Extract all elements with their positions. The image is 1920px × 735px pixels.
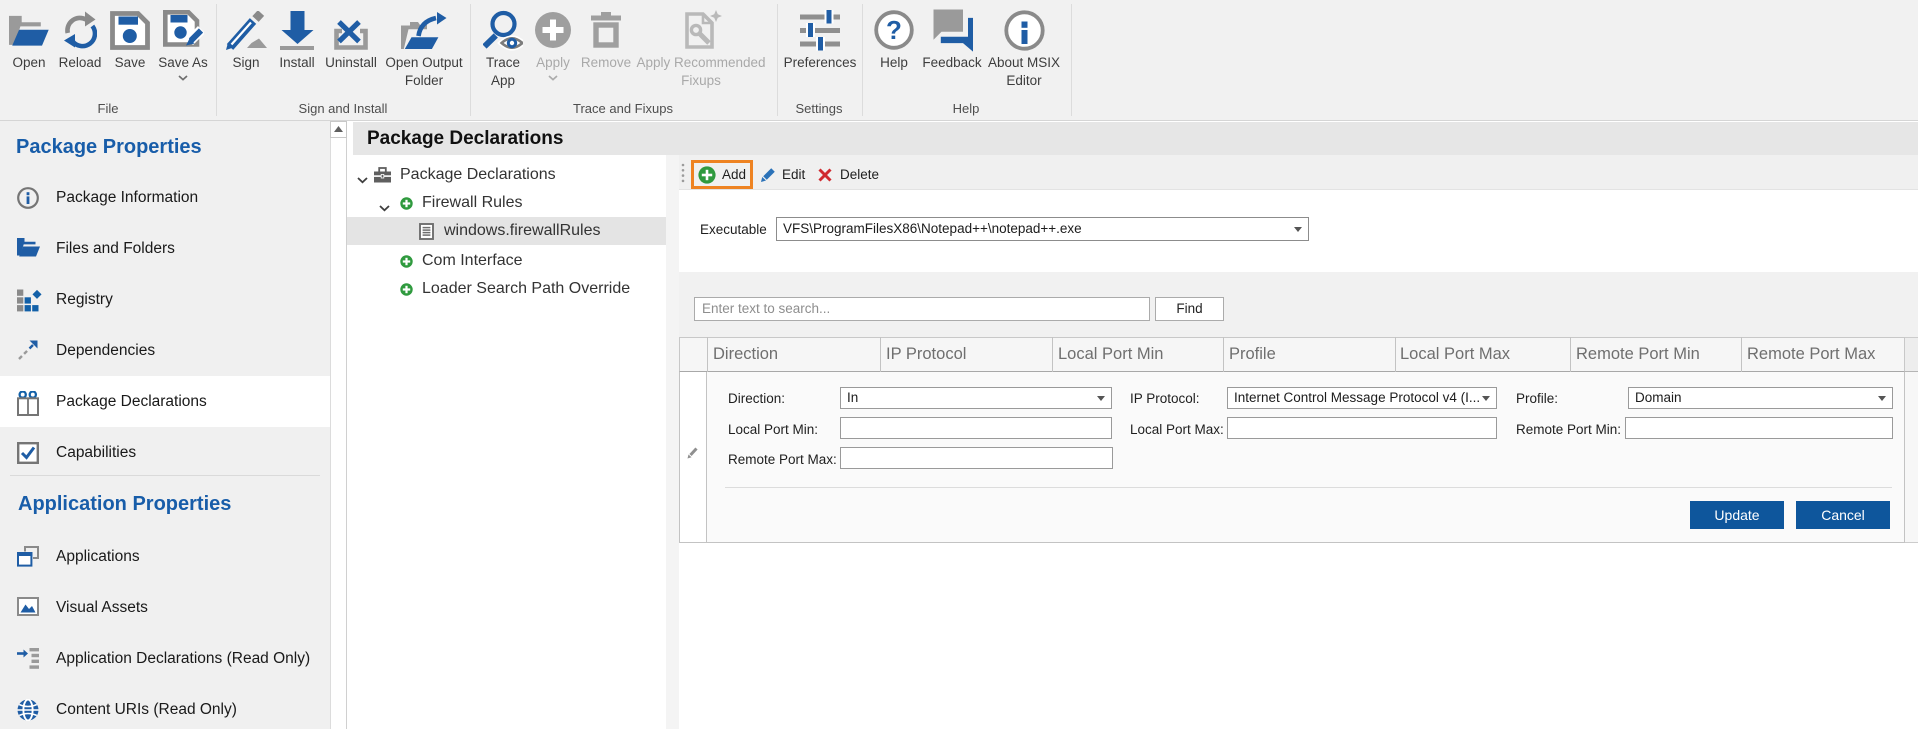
svg-text:?: ? (886, 15, 902, 45)
